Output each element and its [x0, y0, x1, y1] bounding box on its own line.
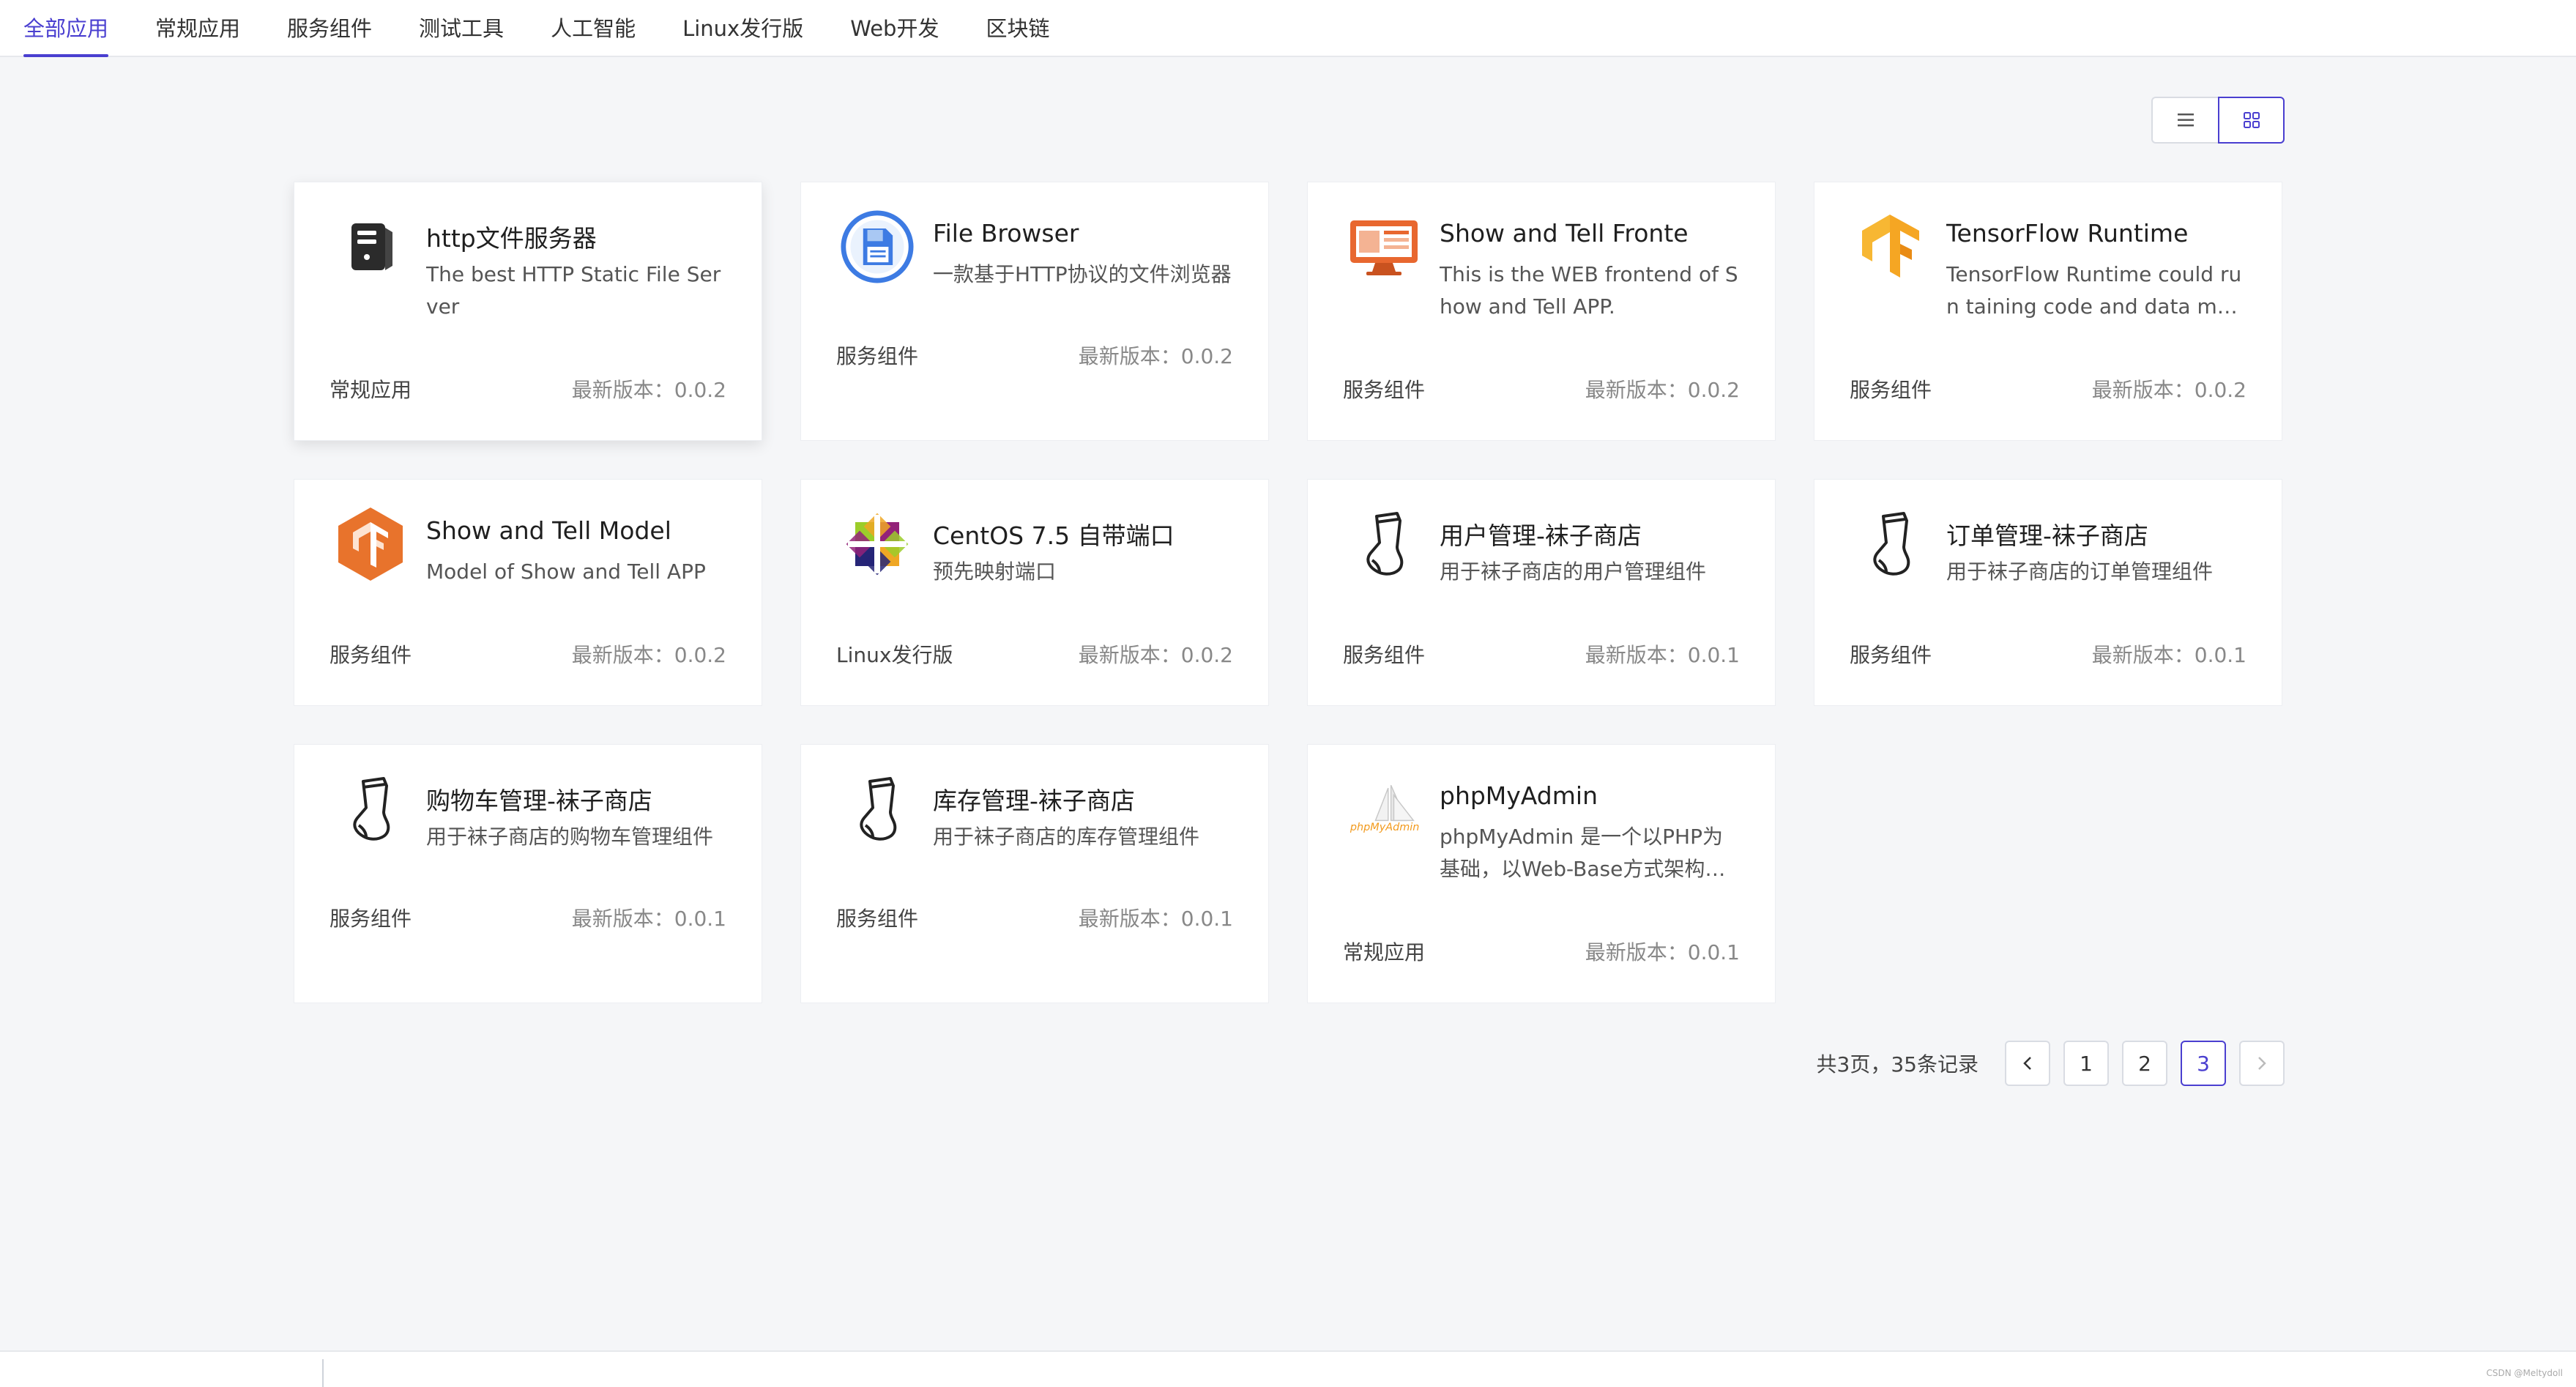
app-version: 最新版本：0.0.2	[1585, 378, 1740, 402]
app-category: 服务组件	[836, 907, 919, 931]
app-title: Show and Tell Fronte	[1440, 219, 1689, 248]
app-card-http-file-server[interactable]: http文件服务器 The best HTTP Static File Serv…	[294, 182, 762, 441]
sock-icon	[1854, 507, 1927, 581]
app-category: 服务组件	[1343, 643, 1426, 667]
app-title: phpMyAdmin	[1440, 781, 1598, 810]
app-title: 库存管理-袜子商店	[933, 787, 1135, 815]
app-description: 一款基于HTTP协议的文件浏览器	[933, 262, 1232, 286]
grid-icon	[2243, 112, 2260, 128]
app-version: 最新版本：0.0.1	[1078, 907, 1233, 931]
tab-all-apps[interactable]: 全部应用	[23, 12, 109, 57]
sock-icon	[334, 773, 407, 846]
app-card-cart-management[interactable]: 购物车管理-袜子商店 用于袜子商店的购物车管理组件 服务组件 最新版本：0.0.…	[294, 744, 762, 1003]
app-description: 预先映射端口	[933, 559, 1057, 584]
chevron-left-icon	[2023, 1057, 2031, 1070]
tab-blockchain[interactable]: 区块链	[986, 12, 1049, 56]
app-category: 服务组件	[1850, 643, 1932, 667]
app-description: phpMyAdmin 是一个以PHP为基础，以Web-Base方式架构在网站主机…	[1440, 825, 1726, 881]
tab-service-components[interactable]: 服务组件	[287, 12, 372, 56]
app-version: 最新版本：0.0.2	[571, 378, 726, 402]
app-title: 用户管理-袜子商店	[1440, 521, 1642, 550]
next-page-button[interactable]	[2239, 1041, 2285, 1086]
app-card-order-management[interactable]: 订单管理-袜子商店 用于袜子商店的订单管理组件 服务组件 最新版本：0.0.1	[1814, 479, 2282, 706]
file-browser-icon	[841, 210, 914, 283]
app-card-show-and-tell-frontend[interactable]: Show and Tell Fronte This is the WEB fro…	[1307, 182, 1776, 441]
app-version: 最新版本：0.0.2	[571, 643, 726, 667]
app-title: 购物车管理-袜子商店	[426, 787, 652, 815]
sock-icon	[1347, 507, 1421, 581]
app-category: 服务组件	[330, 643, 412, 667]
app-version: 最新版本：0.0.2	[1078, 643, 1233, 667]
grid-view-button[interactable]	[2218, 97, 2285, 144]
monitor-icon	[1347, 210, 1421, 283]
divider	[322, 1359, 324, 1387]
app-description: The best HTTP Static File Server	[426, 262, 721, 319]
app-title: 订单管理-袜子商店	[1946, 521, 2148, 550]
app-card-tensorflow-runtime[interactable]: TensorFlow Runtime TensorFlow Runtime co…	[1814, 182, 2282, 441]
app-version: 最新版本：0.0.1	[571, 907, 726, 931]
app-description: Model of Show and Tell APP	[426, 559, 706, 584]
page-button-1[interactable]: 1	[2063, 1041, 2109, 1086]
app-category: 常规应用	[1343, 940, 1426, 964]
centos-icon	[841, 507, 914, 581]
app-title: CentOS 7.5 自带端口	[933, 521, 1175, 550]
pagination-total: 共3页，35条记录	[1816, 1052, 1978, 1076]
app-description: 用于袜子商店的用户管理组件	[1440, 559, 1707, 584]
pagination: 共3页，35条记录 1 2 3	[1817, 1040, 2285, 1087]
app-description: 用于袜子商店的库存管理组件	[933, 825, 1200, 849]
app-card-file-browser[interactable]: File Browser 一款基于HTTP协议的文件浏览器 服务组件 最新版本：…	[800, 182, 1269, 441]
app-card-user-management[interactable]: 用户管理-袜子商店 用于袜子商店的用户管理组件 服务组件 最新版本：0.0.1	[1307, 479, 1776, 706]
tab-ai[interactable]: 人工智能	[551, 12, 636, 56]
app-category: 服务组件	[1343, 378, 1426, 402]
app-category: Linux发行版	[836, 643, 953, 667]
app-version: 最新版本：0.0.1	[1585, 643, 1740, 667]
list-icon	[2177, 114, 2194, 127]
tab-linux-distros[interactable]: Linux发行版	[682, 12, 803, 56]
app-card-centos[interactable]: CentOS 7.5 自带端口 预先映射端口 Linux发行版 最新版本：0.0…	[800, 479, 1269, 706]
app-card-phpmyadmin[interactable]: phpMyAdmin phpMyAdmin phpMyAdmin 是一个以PHP…	[1307, 744, 1776, 1003]
chevron-right-icon	[2258, 1057, 2266, 1070]
app-category: 服务组件	[1850, 378, 1932, 402]
view-toggle	[2151, 97, 2285, 144]
tab-regular-apps[interactable]: 常规应用	[155, 12, 240, 56]
sock-icon	[841, 773, 914, 846]
app-description: TensorFlow Runtime could run taining cod…	[1946, 262, 2243, 319]
tab-test-tools[interactable]: 测试工具	[419, 12, 504, 56]
list-view-button[interactable]	[2151, 97, 2218, 144]
app-title: Show and Tell Model	[426, 516, 671, 545]
server-icon	[334, 210, 407, 283]
app-card-show-and-tell-model[interactable]: Show and Tell Model Model of Show and Te…	[294, 479, 762, 706]
app-version: 最新版本：0.0.1	[1585, 940, 1740, 964]
tab-web-dev[interactable]: Web开发	[850, 12, 939, 56]
app-description: This is the WEB frontend of Show and Tel…	[1440, 262, 1738, 319]
svg-text:phpMyAdmin: phpMyAdmin	[1350, 822, 1420, 833]
app-version: 最新版本：0.0.2	[1078, 344, 1233, 368]
app-title: File Browser	[933, 219, 1079, 248]
category-tabs: 全部应用 常规应用 服务组件 测试工具 人工智能 Linux发行版 Web开发 …	[0, 0, 2576, 57]
app-version: 最新版本：0.0.2	[2091, 378, 2246, 402]
watermark: CSDN @Meltydoll	[2486, 1368, 2563, 1378]
bottom-bar: CSDN @Meltydoll	[0, 1350, 2576, 1387]
app-title: http文件服务器	[426, 224, 597, 253]
app-category: 服务组件	[836, 344, 919, 368]
prev-page-button[interactable]	[2005, 1041, 2050, 1086]
tensorflow-hexagon-icon	[334, 507, 407, 581]
app-version: 最新版本：0.0.1	[2091, 643, 2246, 667]
app-description: 用于袜子商店的订单管理组件	[1946, 559, 2214, 584]
app-card-inventory-management[interactable]: 库存管理-袜子商店 用于袜子商店的库存管理组件 服务组件 最新版本：0.0.1	[800, 744, 1269, 1003]
page-button-2[interactable]: 2	[2122, 1041, 2167, 1086]
phpmyadmin-icon: phpMyAdmin	[1347, 773, 1421, 846]
app-description: 用于袜子商店的购物车管理组件	[426, 825, 714, 849]
app-category: 常规应用	[330, 378, 412, 402]
app-category: 服务组件	[330, 907, 412, 931]
app-title: TensorFlow Runtime	[1946, 219, 2189, 248]
tensorflow-icon	[1854, 210, 1927, 283]
page-button-3[interactable]: 3	[2181, 1041, 2226, 1086]
